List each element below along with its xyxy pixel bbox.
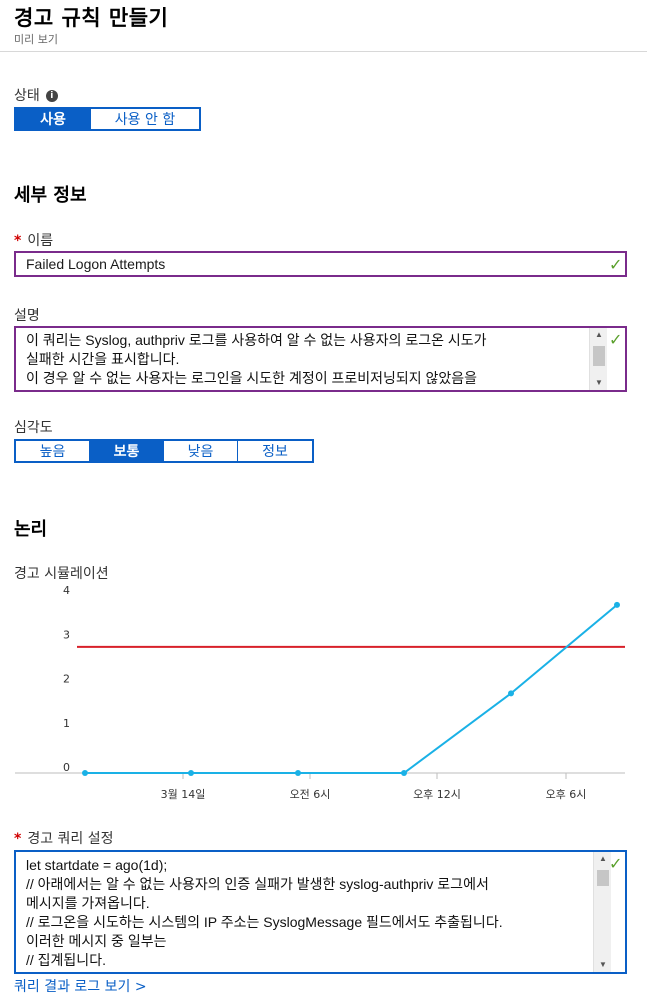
data-point: [188, 770, 194, 776]
scroll-up-icon[interactable]: ▲: [590, 328, 608, 342]
y-tick-label: 3: [63, 628, 70, 641]
severity-option-low[interactable]: 낮음: [164, 441, 238, 461]
severity-option-medium[interactable]: 보통: [90, 441, 164, 461]
alert-simulation-label: 경고 시뮬레이션: [14, 566, 109, 582]
page-subtitle: 미리 보기: [14, 33, 58, 46]
y-tick-label: 4: [63, 584, 70, 597]
series-line: [85, 604, 618, 774]
name-input-value: Failed Logon Attempts: [26, 256, 166, 272]
status-option-disabled[interactable]: 사용 안 함: [91, 109, 199, 129]
query-line: 메시지를 가져옵니다.: [26, 895, 150, 911]
description-line: 실패한 시간을 표시합니다.: [26, 351, 180, 367]
query-line: // 아래에서는 알 수 없는 사용자의 인증 실패가 발생한 syslog-a…: [26, 876, 489, 892]
page-title: 경고 규칙 만들기: [14, 6, 169, 30]
x-tick-label: 오후 6시: [546, 788, 587, 801]
data-point: [508, 690, 514, 697]
query-label: 경고 쿼리 설정: [27, 831, 114, 847]
header-divider: [0, 51, 647, 52]
name-label-row: * 이름: [14, 230, 53, 250]
logic-heading: 논리: [14, 519, 48, 540]
query-line: 이러한 메시지 중 일부는: [26, 933, 167, 949]
scroll-down-icon[interactable]: ▼: [594, 958, 612, 972]
description-textarea[interactable]: 이 쿼리는 Syslog, authpriv 로그를 사용하여 알 수 없는 사…: [14, 326, 627, 392]
details-heading: 세부 정보: [14, 185, 87, 206]
description-valid-check-icon: ✓: [609, 330, 623, 349]
x-tick-label: 오전 6시: [290, 788, 331, 801]
query-line: // 집계됩니다.: [26, 952, 106, 968]
severity-option-info[interactable]: 정보: [238, 441, 312, 461]
scroll-thumb[interactable]: [597, 870, 609, 886]
query-line: let startdate = ago(1d);: [26, 857, 168, 873]
required-mark: *: [14, 233, 22, 249]
query-valid-check-icon: ✓: [609, 854, 623, 873]
y-tick-label: 0: [63, 761, 70, 774]
status-label-row: 상태 i: [14, 85, 58, 105]
name-label: 이름: [27, 233, 54, 249]
query-label-row: * 경고 쿼리 설정: [14, 828, 114, 848]
name-input[interactable]: Failed Logon Attempts: [14, 251, 627, 277]
status-toggle: 사용 사용 안 함: [14, 107, 201, 131]
severity-option-high[interactable]: 높음: [16, 441, 90, 461]
severity-label: 심각도: [14, 420, 53, 436]
y-tick-label: 2: [63, 673, 70, 686]
description-label: 설명: [14, 308, 40, 324]
description-scrollbar[interactable]: ▲ ▼: [589, 328, 607, 390]
name-valid-check-icon: ✓: [609, 255, 623, 274]
status-option-enabled[interactable]: 사용: [16, 109, 91, 129]
data-point: [82, 770, 88, 776]
y-tick-label: 1: [63, 717, 70, 730]
x-tick-label: 3월 14일: [161, 787, 206, 801]
view-query-results-link[interactable]: 쿼리 결과 로그 보기 >: [14, 976, 147, 996]
query-textarea[interactable]: let startdate = ago(1d); // 아래에서는 알 수 없는…: [14, 850, 627, 974]
description-line: 이 쿼리는 Syslog, authpriv 로그를 사용하여 알 수 없는 사…: [26, 332, 487, 348]
alert-simulation-chart: 4 3 2 1 0 3월 14일 오전 6시 오후 12시 오후 6시: [15, 584, 625, 801]
scroll-down-icon[interactable]: ▼: [590, 376, 608, 390]
info-icon[interactable]: i: [45, 90, 58, 102]
required-mark: *: [14, 831, 22, 847]
data-point: [295, 770, 301, 776]
severity-toggle: 높음 보통 낮음 정보: [14, 439, 314, 463]
x-tick-label: 오후 12시: [413, 788, 461, 801]
data-point: [614, 601, 620, 608]
status-label: 상태: [14, 88, 40, 104]
description-line: 이 경우 알 수 없는 사용자는 로그인을 시도한 계정이 프로비저닝되지 않았…: [26, 370, 478, 386]
query-line: // 로그온을 시도하는 시스템의 IP 주소는 SyslogMessage 필…: [26, 914, 503, 930]
scroll-thumb[interactable]: [593, 346, 605, 366]
data-point: [401, 770, 407, 776]
